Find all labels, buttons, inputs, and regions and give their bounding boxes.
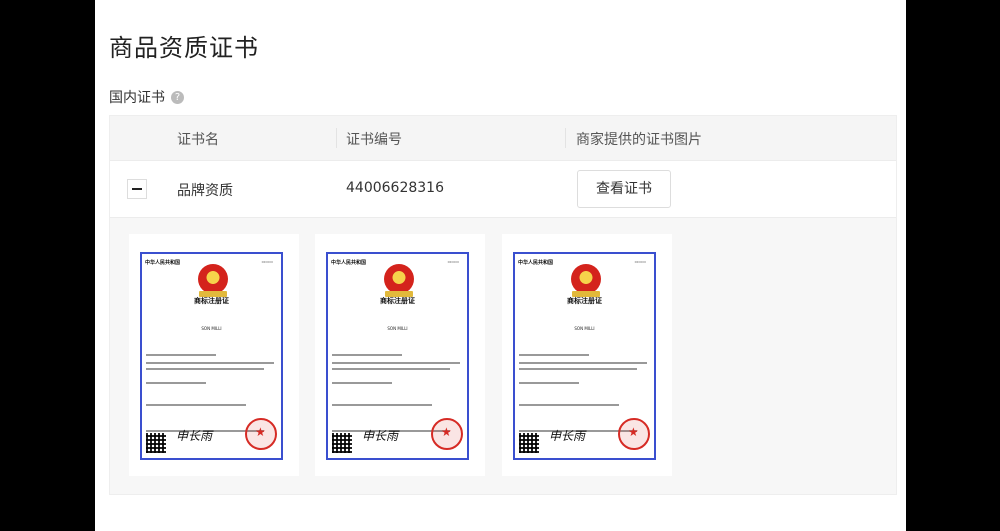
official-seal-icon (618, 418, 650, 450)
header-cert-name: 证书名 (177, 132, 219, 148)
cert-small-number: ▭▭▭ (634, 259, 646, 264)
cert-header: 中华人民共和国 (145, 260, 181, 266)
cert-brand: SON MILLI (387, 326, 408, 331)
cert-brand: SON MILLI (201, 326, 222, 331)
text-line (146, 404, 246, 406)
national-emblem-icon (571, 264, 601, 294)
signature: 申长雨 (362, 429, 399, 443)
cert-small-number: ▭▭▭ (261, 259, 273, 264)
text-line (332, 382, 392, 384)
page-title: 商品资质证书 (109, 34, 259, 62)
text-line (332, 404, 432, 406)
text-line (332, 368, 450, 370)
cert-title: 商标注册证 (380, 296, 415, 305)
text-line (332, 354, 402, 356)
header-divider (565, 128, 566, 148)
text-line (332, 362, 460, 364)
view-certificate-button[interactable]: 查看证书 (577, 170, 671, 208)
cert-title: 商标注册证 (194, 296, 229, 305)
cert-small-number: ▭▭▭ (447, 259, 459, 264)
text-line (146, 354, 216, 356)
official-seal-icon (431, 418, 463, 450)
signature: 申长雨 (176, 429, 213, 443)
section-title: 国内证书 (109, 90, 165, 106)
certificate-thumbnail-2[interactable]: 中华人民共和国 ▭▭▭ 商标注册证 SON MILLI 申长雨 (315, 234, 485, 476)
certificate-gallery: 中华人民共和国 ▭▭▭ 商标注册证 SON MILLI 申长雨 ★ 中华人民共和… (110, 218, 896, 494)
cert-header: 中华人民共和国 (331, 260, 367, 266)
question-circle-icon[interactable]: ? (171, 90, 184, 104)
cert-header: 中华人民共和国 (518, 260, 554, 266)
text-line (519, 368, 637, 370)
qr-code (146, 433, 166, 453)
cert-number: 44006628316 (346, 180, 444, 196)
text-line (519, 404, 619, 406)
table-row: 品牌资质 44006628316 查看证书 (110, 161, 896, 218)
header-cert-number: 证书编号 (346, 132, 402, 148)
certificate-image: 中华人民共和国 ▭▭▭ 商标注册证 SON MILLI 申长雨 (513, 252, 656, 460)
official-seal-icon (245, 418, 277, 450)
text-line (146, 362, 274, 364)
national-emblem-icon (198, 264, 228, 294)
text-line (146, 368, 264, 370)
section-header: 国内证书 ? (109, 87, 184, 107)
text-line (519, 362, 647, 364)
cert-title: 商标注册证 (567, 296, 602, 305)
certificate-table: 证书名 证书编号 商家提供的证书图片 品牌资质 44006628316 查看证书… (109, 115, 897, 495)
certificate-image: 中华人民共和国 ▭▭▭ 商标注册证 SON MILLI 申长雨 (326, 252, 469, 460)
qr-code (519, 433, 539, 453)
qr-code (332, 433, 352, 453)
certificate-image: 中华人民共和国 ▭▭▭ 商标注册证 SON MILLI 申长雨 (140, 252, 283, 460)
text-line (146, 382, 206, 384)
national-emblem-icon (384, 264, 414, 294)
header-cert-images: 商家提供的证书图片 (576, 132, 702, 148)
collapse-row-button[interactable] (127, 179, 147, 199)
cert-brand: SON MILLI (574, 326, 595, 331)
certificate-thumbnail-1[interactable]: 中华人民共和国 ▭▭▭ 商标注册证 SON MILLI 申长雨 (129, 234, 299, 476)
cert-name: 品牌资质 (177, 183, 233, 199)
table-header: 证书名 证书编号 商家提供的证书图片 (110, 116, 896, 161)
text-line (519, 354, 589, 356)
certificate-thumbnail-3[interactable]: 中华人民共和国 ▭▭▭ 商标注册证 SON MILLI 申长雨 (502, 234, 672, 476)
signature: 申长雨 (549, 429, 586, 443)
text-line (519, 382, 579, 384)
qualification-page: 商品资质证书 国内证书 ? 证书名 证书编号 商家提供的证书图片 品牌资质 44… (95, 0, 906, 531)
header-divider (336, 128, 337, 148)
